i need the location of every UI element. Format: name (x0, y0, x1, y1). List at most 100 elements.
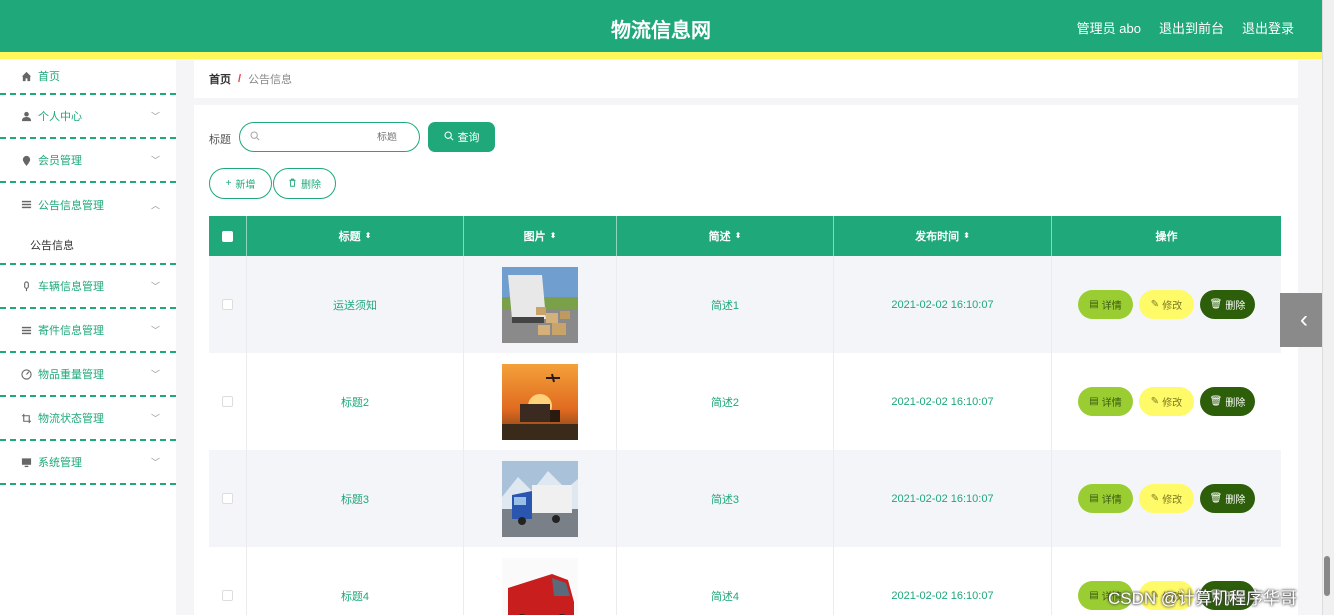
query-button[interactable]: 查询 (428, 122, 495, 152)
doc-icon: ▤ (1089, 299, 1099, 310)
sidebar-item-label: 车辆信息管理 (38, 281, 104, 293)
sidebar-item-weights[interactable]: 物品重量管理 ﹀ (0, 353, 176, 397)
pencil-icon: ✎ (1150, 396, 1160, 407)
row-checkbox[interactable] (222, 590, 233, 601)
sidebar: 首页 个人中心 ﹀ 会员管理 ﹀ 公告信息管理 ︿ 公告信息 车辆信息管理 ﹀ (0, 59, 176, 615)
trash-icon (288, 178, 297, 190)
search-label: 标题 (209, 134, 231, 146)
doc-icon: ▤ (1089, 396, 1099, 407)
delete-button[interactable]: 🗑 删除 (1200, 290, 1255, 319)
header-image[interactable]: 图片 ⬍ (464, 216, 617, 256)
select-all-checkbox[interactable] (222, 230, 233, 242)
table-row: 标题2 简述2 2021-02-02 16:10:07 ▤ 详情 ✎ 修改 🗑 … (209, 353, 1281, 450)
sidebar-item-vehicles[interactable]: 车辆信息管理 ﹀ (0, 265, 176, 309)
sidebar-item-label: 寄件信息管理 (38, 325, 104, 337)
blue-truck-mountains-image (502, 460, 578, 537)
trash-icon: 🗑 (1209, 493, 1223, 504)
header-title[interactable]: 标题 ⬍ (247, 216, 464, 256)
row-check-cell (209, 547, 247, 615)
header-label: 简述 (708, 231, 731, 243)
header-ops: 操作 (1052, 216, 1281, 256)
row-check-cell (209, 256, 247, 353)
pencil-icon: ✎ (1150, 493, 1160, 504)
search-box[interactable] (239, 122, 420, 152)
sidebar-item-label: 公告信息管理 (38, 199, 104, 212)
chevron-down-icon: ﹀ (150, 155, 160, 166)
header-label: 操作 (1155, 231, 1178, 243)
chevron-down-icon: ﹀ (150, 413, 160, 424)
cell-desc: 简述1 (617, 256, 834, 353)
row-check-cell (209, 450, 247, 547)
sidebar-subitem-notice-info[interactable]: 公告信息 (0, 226, 176, 265)
detail-button[interactable]: ▤ 详情 (1078, 290, 1133, 319)
logout-link[interactable]: 退出登录 (1242, 18, 1294, 37)
cell-title: 运送须知 (247, 256, 464, 353)
chevron-down-icon: ﹀ (150, 111, 160, 122)
batch-delete-button[interactable]: 删除 (273, 168, 336, 199)
collapse-arrow-button[interactable]: ‹ (1280, 293, 1328, 347)
cell-time: 2021-02-02 16:10:07 (834, 450, 1052, 547)
detail-button[interactable]: ▤ 详情 (1078, 484, 1133, 513)
detail-button[interactable]: ▤ 详情 (1078, 387, 1133, 416)
edit-label: 修改 (1162, 301, 1183, 312)
cell-title: 标题4 (247, 547, 464, 615)
sidebar-item-shipments[interactable]: 寄件信息管理 ﹀ (0, 309, 176, 353)
edit-button[interactable]: ✎ 修改 (1139, 484, 1194, 513)
sidebar-item-notices[interactable]: 公告信息管理 ︿ (0, 183, 176, 226)
home-icon (20, 70, 32, 82)
edit-button[interactable]: ✎ 修改 (1139, 387, 1194, 416)
row-checkbox[interactable] (222, 299, 233, 310)
sort-icon: ⬍ (734, 231, 742, 240)
main-panel: 标题 查询 + 新增 删除 标题⬍ 图片⬍ 简述⬍ 发布时间⬍ 操作 (194, 105, 1298, 615)
back-to-front-link[interactable]: 退出到前台 (1159, 18, 1224, 37)
breadcrumb-home[interactable]: 首页 (209, 71, 231, 87)
chevron-down-icon: ﹀ (150, 457, 160, 468)
compass-icon (20, 368, 32, 380)
page-scrollbar[interactable] (1322, 0, 1334, 615)
admin-user-label: 管理员 abo (1076, 21, 1141, 36)
edit-button[interactable]: ✎ 修改 (1139, 290, 1194, 319)
query-button-label: 查询 (457, 132, 480, 144)
header-desc[interactable]: 简述 ⬍ (617, 216, 834, 256)
cell-title: 标题2 (247, 353, 464, 450)
delete-label: 删除 (1225, 495, 1246, 506)
doc-icon: ▤ (1089, 493, 1099, 504)
sidebar-item-label: 会员管理 (38, 155, 82, 167)
delete-label: 删除 (1225, 398, 1246, 409)
row-check-cell (209, 353, 247, 450)
header-select-all[interactable] (209, 216, 247, 256)
add-button[interactable]: + 新增 (209, 168, 272, 199)
trash-icon: 🗑 (1209, 396, 1223, 407)
sidebar-item-profile[interactable]: 个人中心 ﹀ (0, 95, 176, 139)
pencil-icon: ✎ (1150, 299, 1160, 310)
cell-desc: 简述3 (617, 450, 834, 547)
header-time[interactable]: 发布时间 ⬍ (834, 216, 1052, 256)
menu-icon (20, 199, 32, 211)
scrollbar-thumb[interactable] (1324, 556, 1330, 596)
edit-label: 修改 (1162, 495, 1183, 506)
chevron-up-icon: ︿ (150, 200, 160, 210)
search-input[interactable] (260, 131, 409, 143)
delete-button[interactable]: 🗑 删除 (1200, 484, 1255, 513)
sidebar-item-label: 个人中心 (38, 111, 82, 123)
table-row: 标题3 简述3 2021-02-02 16:10:07 ▤ 详情 ✎ 修改 🗑 … (209, 450, 1281, 547)
trash-icon: 🗑 (1209, 299, 1223, 310)
row-checkbox[interactable] (222, 493, 233, 504)
breadcrumb-current: 公告信息 (248, 74, 293, 86)
sidebar-item-home[interactable]: 首页 (0, 59, 176, 95)
detail-label: 详情 (1101, 301, 1122, 312)
sidebar-item-label: 物品重量管理 (38, 369, 104, 381)
sidebar-item-label: 物流状态管理 (38, 413, 104, 425)
row-checkbox[interactable] (222, 396, 233, 407)
delete-button[interactable]: 🗑 删除 (1200, 387, 1255, 416)
sidebar-item-label: 公告信息 (30, 239, 74, 252)
sidebar-item-system[interactable]: 系统管理 ﹀ (0, 441, 176, 485)
sidebar-item-logistics-status[interactable]: 物流状态管理 ﹀ (0, 397, 176, 441)
table-header: 标题 ⬍ 图片 ⬍ 简述 ⬍ 发布时间 ⬍ 操作 (209, 216, 1281, 256)
cell-time: 2021-02-02 16:10:07 (834, 256, 1052, 353)
monitor-icon (20, 456, 32, 468)
delete-button-label: 删除 (301, 180, 321, 191)
sidebar-item-members[interactable]: 会员管理 ﹀ (0, 139, 176, 183)
sidebar-item-label: 系统管理 (38, 457, 82, 469)
cell-ops: ▤ 详情 ✎ 修改 🗑 删除 (1052, 353, 1281, 450)
